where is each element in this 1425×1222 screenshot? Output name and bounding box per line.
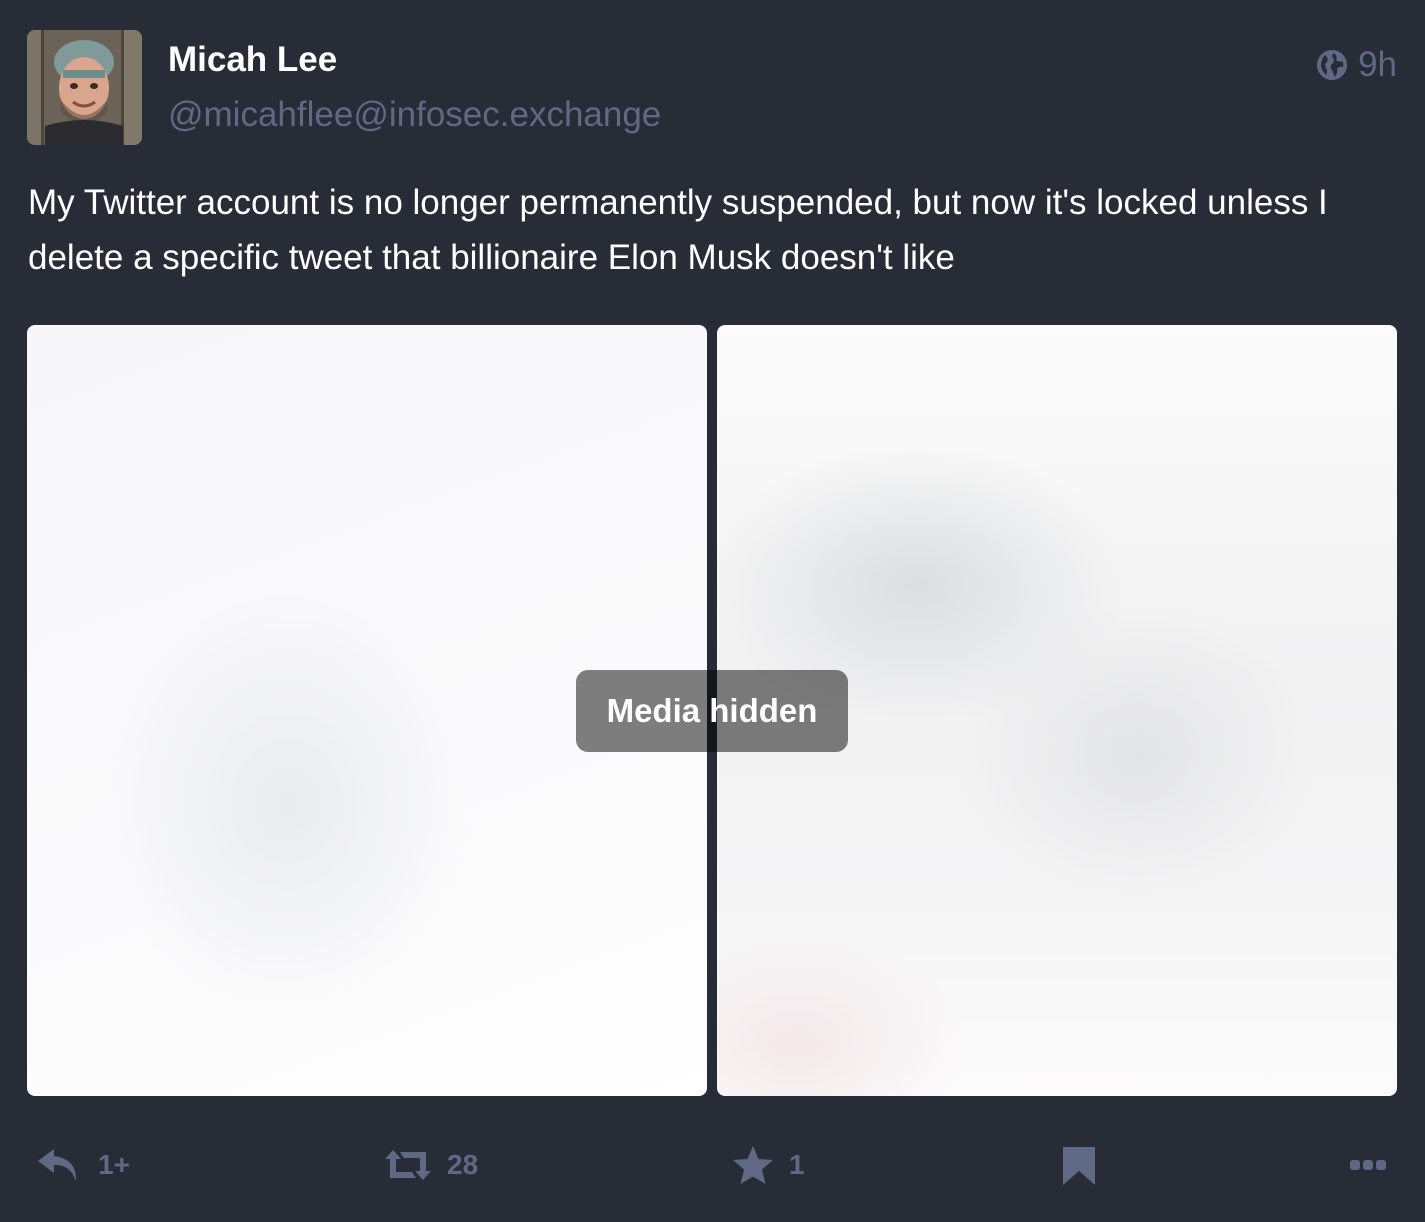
status-action-bar: 1+ 28 1 <box>0 1135 1425 1195</box>
boost-count: 28 <box>447 1149 479 1180</box>
media-hidden-button[interactable]: Media hidden <box>576 670 848 752</box>
boost-button[interactable]: 28 <box>383 1135 478 1195</box>
status-card: Micah Lee @micahflee@infosec.exchange 9h… <box>0 0 1425 1222</box>
display-name[interactable]: Micah Lee <box>168 38 337 82</box>
reply-icon <box>38 1149 77 1181</box>
bookmark-icon <box>1063 1147 1095 1185</box>
globe-icon <box>1317 50 1348 80</box>
more-button[interactable] <box>1349 1135 1387 1195</box>
relative-time: 9h <box>1358 45 1397 84</box>
favourite-count: 1 <box>789 1149 805 1180</box>
bookmark-button[interactable] <box>1061 1135 1097 1195</box>
avatar[interactable] <box>27 30 142 145</box>
reply-button[interactable]: 1+ <box>36 1135 130 1195</box>
status-visibility-time[interactable]: 9h <box>1316 44 1397 86</box>
status-content: My Twitter account is no longer permanen… <box>28 183 1328 277</box>
more-icon <box>1350 1160 1386 1170</box>
boost-icon <box>385 1150 431 1180</box>
favourite-button[interactable]: 1 <box>731 1135 805 1195</box>
star-icon <box>733 1146 773 1184</box>
avatar-image <box>27 30 142 145</box>
account-handle[interactable]: @micahflee@infosec.exchange <box>168 93 661 137</box>
reply-count: 1+ <box>98 1149 130 1180</box>
